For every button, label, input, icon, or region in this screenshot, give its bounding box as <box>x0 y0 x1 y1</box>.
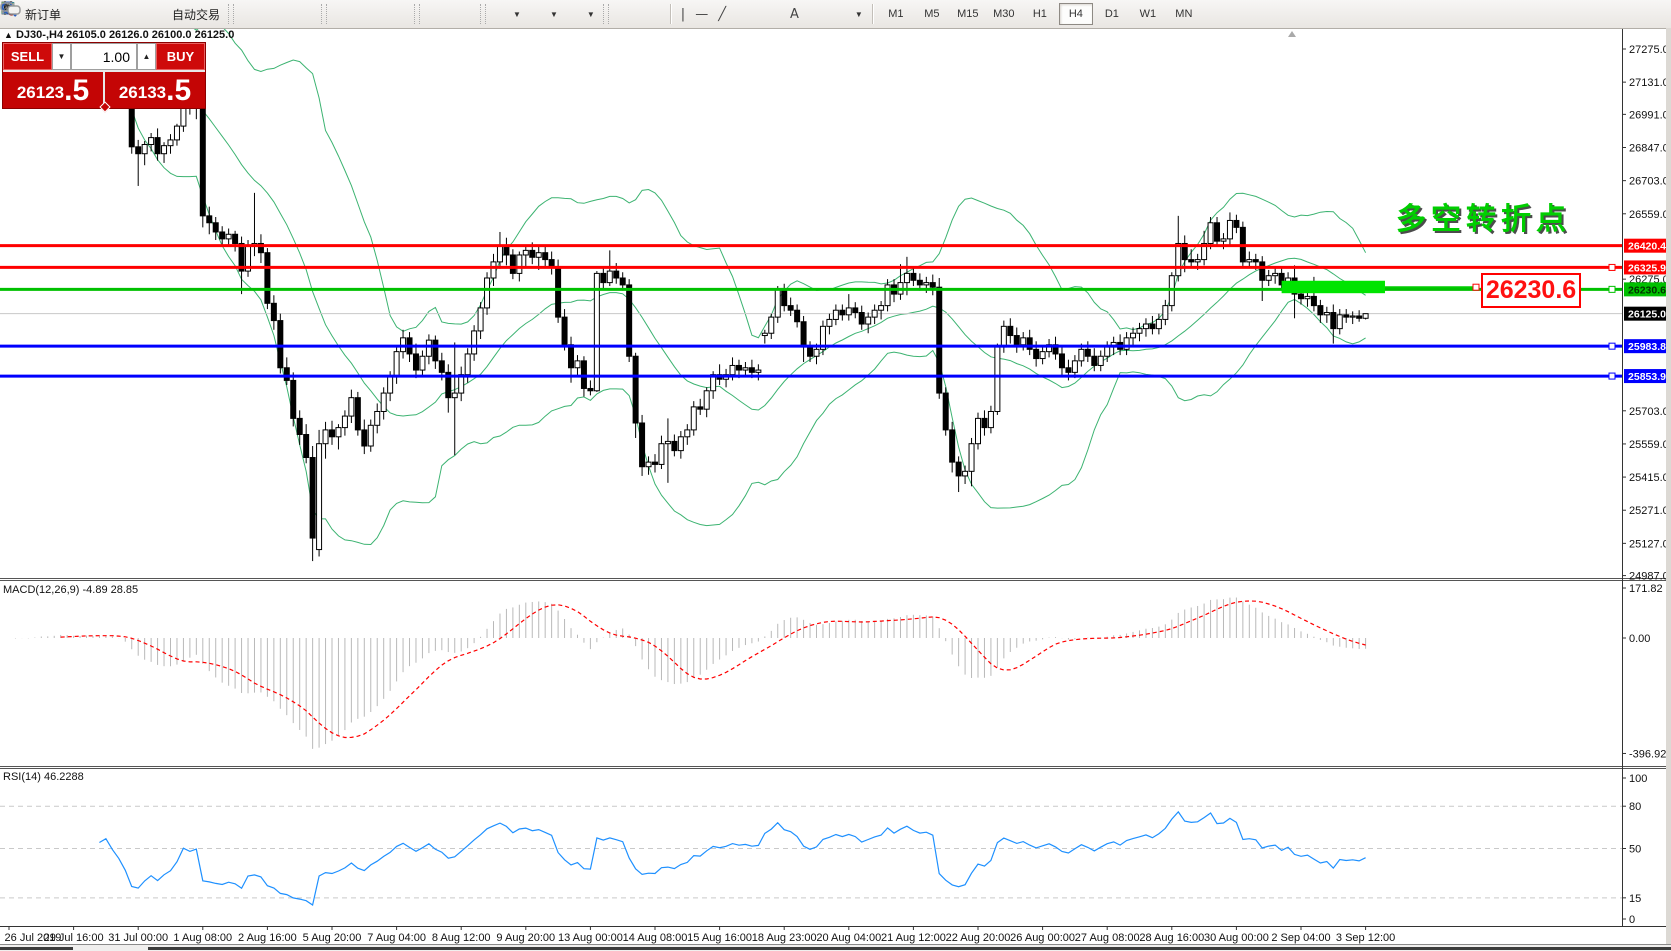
time-axis-label: 13 Aug 00:00 <box>558 932 623 944</box>
price-chip: 26125.0 <box>1624 307 1670 321</box>
svg-text:25853.9: 25853.9 <box>1628 371 1666 383</box>
rsi-tick-label: 80 <box>1629 801 1641 813</box>
candlesticks[interactable] <box>7 49 1369 561</box>
price-tick-label: 26847.0 <box>1629 143 1669 155</box>
symbol-marker-icon: ▲ <box>4 30 13 40</box>
volume-input[interactable] <box>71 43 137 70</box>
time-axis-label: 7 Aug 04:00 <box>367 932 426 944</box>
svg-text:26125.0: 26125.0 <box>1628 309 1666 321</box>
time-axis-label: 8 Aug 12:00 <box>432 932 491 944</box>
rsi-pane[interactable] <box>0 806 1622 905</box>
price-tick-label: 26991.0 <box>1629 109 1669 121</box>
main-pane[interactable] <box>0 9 1622 561</box>
macd-pane-label: MACD(12,26,9) -4.89 28.85 <box>3 584 138 596</box>
symbol-period: DJ30-,H4 <box>16 29 63 41</box>
price-chip: 25853.9 <box>1624 369 1670 383</box>
price-tick-label: 25415.0 <box>1629 472 1669 484</box>
scroll-marker-icon <box>1288 31 1296 37</box>
svg-text:26230.6: 26230.6 <box>1628 284 1666 296</box>
time-axis-label: 26 Aug 00:00 <box>1010 932 1075 944</box>
one-click-trading-panel: SELL ▼ ▲ BUY 26123.5 26133.5 <box>2 42 206 109</box>
time-axis-label: 2 Sep 04:00 <box>1271 932 1330 944</box>
rsi-tick-label: 15 <box>1629 893 1641 905</box>
horizontal-scrollbar[interactable] <box>0 944 1671 951</box>
chart-area[interactable]: 27275.0 27131.0 26991.0 26847.0 26703.0 26559… <box>0 0 1671 951</box>
rsi-tick-label: 0 <box>1629 914 1635 926</box>
time-axis-label: 3 Sep 12:00 <box>1336 932 1395 944</box>
buy-price[interactable]: 26133.5 <box>103 72 205 108</box>
price-tick-label: 25271.0 <box>1629 505 1669 517</box>
time-axis-label: 30 Aug 00:00 <box>1204 932 1269 944</box>
volume-up-button[interactable]: ▲ <box>137 43 156 70</box>
time-axis-label: 22 Aug 20:00 <box>946 932 1011 944</box>
price-tick-label: 27131.0 <box>1629 77 1669 89</box>
macd-signal-line <box>61 601 1366 738</box>
price-chip: 26325.9 <box>1624 260 1670 274</box>
bollinger-band <box>132 68 1366 416</box>
price-callout-box[interactable]: 26230.6 <box>1481 273 1581 308</box>
mt4-window: 新订单 自动交易 <box>0 0 1671 951</box>
time-axis-label: 29 Jul 16:00 <box>44 932 104 944</box>
sell-button[interactable]: SELL <box>3 43 52 70</box>
sell-price[interactable]: 26123.5 <box>3 72 103 108</box>
highlight-zone[interactable] <box>1282 281 1385 293</box>
cn-annotation-text[interactable]: 多空转折点 <box>1396 194 1571 238</box>
time-axis-label: 2 Aug 16:00 <box>238 932 297 944</box>
macd-tick-label: -396.92 <box>1629 748 1666 760</box>
time-axis-label: 27 Aug 08:00 <box>1075 932 1140 944</box>
price-tick-label: 27275.0 <box>1629 44 1669 56</box>
price-tick-label: 26703.0 <box>1629 176 1669 188</box>
price-chip: 26420.4 <box>1624 239 1670 253</box>
price-tick-label: 25127.0 <box>1629 538 1669 550</box>
callout-anchor[interactable] <box>1473 284 1479 290</box>
hline-anchor[interactable] <box>1609 286 1615 292</box>
svg-text:26420.4: 26420.4 <box>1628 241 1666 253</box>
price-chip: 25983.8 <box>1624 339 1670 353</box>
macd-tick-label: 0.00 <box>1629 633 1650 645</box>
rsi-line <box>99 812 1365 905</box>
time-axis-label: 28 Aug 16:00 <box>1139 932 1204 944</box>
window-right-edge <box>1666 28 1671 944</box>
price-tick-label: 24987.0 <box>1629 571 1669 583</box>
time-axis-label: 1 Aug 08:00 <box>173 932 232 944</box>
price-tick-label: 25703.0 <box>1629 406 1669 418</box>
ohlc-values: 26105.0 26126.0 26100.0 26125.0 <box>66 29 234 41</box>
chart-title: ▲ DJ30-,H4 26105.0 26126.0 26100.0 26125… <box>4 29 234 41</box>
hline-anchor[interactable] <box>1609 264 1615 270</box>
buy-button[interactable]: BUY <box>156 43 205 70</box>
time-axis-label: 14 Aug 08:00 <box>623 932 688 944</box>
time-axis-label: 21 Aug 12:00 <box>881 932 946 944</box>
time-axis-label: 15 Aug 16:00 <box>687 932 752 944</box>
time-axis-label: 9 Aug 20:00 <box>496 932 555 944</box>
macd-pane[interactable] <box>9 598 1366 749</box>
hline-anchor[interactable] <box>1609 343 1615 349</box>
time-axis-label: 18 Aug 23:00 <box>752 932 817 944</box>
time-axis-label: 5 Aug 20:00 <box>303 932 362 944</box>
price-chip: 26230.6 <box>1624 282 1670 296</box>
time-axis-label: 31 Jul 00:00 <box>108 932 168 944</box>
rsi-tick-label: 100 <box>1629 773 1647 785</box>
svg-text:26325.9: 26325.9 <box>1628 262 1666 274</box>
macd-tick-label: 171.82 <box>1629 583 1663 595</box>
svg-text:25983.8: 25983.8 <box>1628 341 1666 353</box>
hline-anchor[interactable] <box>1609 373 1615 379</box>
rsi-tick-label: 50 <box>1629 844 1641 856</box>
volume-down-button[interactable]: ▼ <box>52 43 71 70</box>
price-tick-label: 26559.0 <box>1629 209 1669 221</box>
rsi-pane-label: RSI(14) 46.2288 <box>3 771 84 783</box>
price-tick-label: 25559.0 <box>1629 439 1669 451</box>
time-axis-label: 20 Aug 04:00 <box>816 932 881 944</box>
